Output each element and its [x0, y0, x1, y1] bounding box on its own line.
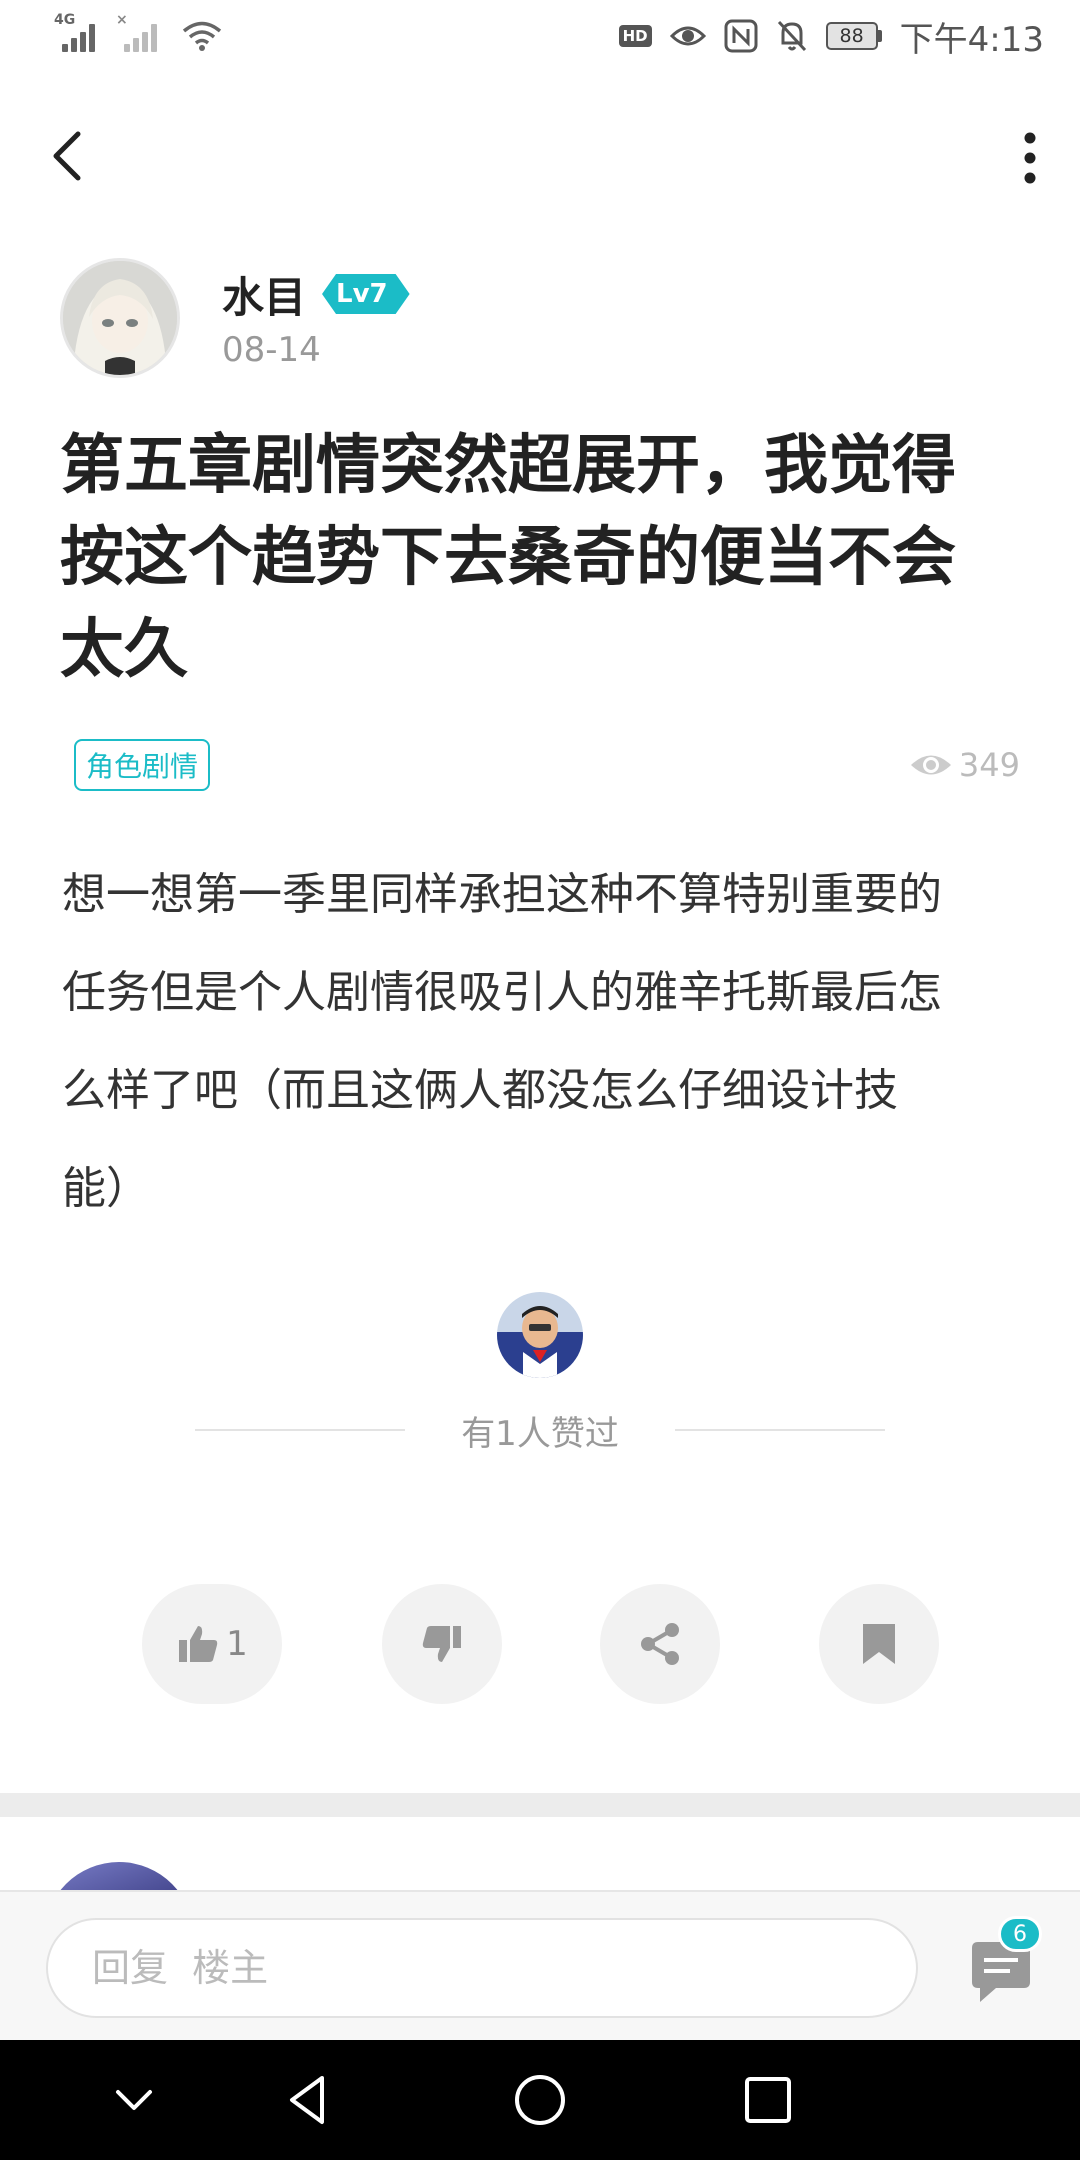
body-line: 任务但是个人剧情很吸引人的雅辛托斯最后怎: [62, 967, 942, 1018]
body-line: 想一想第一季里同样承担这种不算特别重要的: [62, 869, 942, 920]
post-author: 水目 Lv7 08-14: [60, 258, 410, 378]
signal-no-sim-icon: ×: [116, 12, 164, 54]
system-nav-bar: [0, 2040, 1080, 2160]
likes-summary-text[interactable]: 有1人赞过: [405, 1406, 675, 1455]
section-divider: [0, 1793, 1080, 1817]
more-vertical-icon[interactable]: [1016, 130, 1044, 186]
battery-icon: 88: [825, 22, 882, 50]
home-circle-icon[interactable]: [510, 2070, 570, 2130]
title-line: 第五章剧情突然超展开，我觉得: [60, 429, 956, 503]
post-title: 第五章剧情突然超展开，我觉得 按这个趋势下去桑奇的便当不会 太久: [60, 420, 1020, 696]
author-avatar[interactable]: [60, 258, 180, 378]
chevron-down-icon[interactable]: [104, 2070, 164, 2130]
author-name[interactable]: 水目: [222, 264, 306, 325]
view-count-value: 349: [958, 746, 1020, 784]
title-line: 按这个趋势下去桑奇的便当不会: [60, 521, 956, 595]
like-button[interactable]: 1: [142, 1584, 282, 1704]
title-line: 太久: [60, 613, 188, 687]
body-line: 能）: [62, 1163, 150, 1214]
like-count: 1: [226, 1624, 248, 1664]
reply-bar: 6: [0, 1890, 1080, 2040]
thumbs-up-icon: [179, 1626, 218, 1662]
level-badge: Lv7: [322, 274, 410, 314]
topic-tag[interactable]: 角色剧情: [74, 739, 211, 791]
liker-avatar[interactable]: [497, 1292, 583, 1378]
view-count: 349: [909, 746, 1020, 784]
top-bar: [0, 108, 1080, 204]
hd-icon: HD: [618, 25, 652, 47]
share-icon: [641, 1623, 679, 1665]
signal-icon: 4G: [54, 12, 102, 54]
recents-square-icon[interactable]: [738, 2070, 798, 2130]
body-line: 么样了吧（而且这俩人都没怎么仔细设计技: [62, 1065, 898, 1116]
post-body: 想一想第一季里同样承担这种不算特别重要的 任务但是个人剧情很吸引人的雅辛托斯最后…: [62, 846, 1022, 1238]
wifi-icon: [182, 21, 222, 51]
status-bar: 4G × HD 88 下午4:13: [0, 0, 1080, 72]
clock: 下午4:13: [899, 19, 1044, 60]
divider-line: [195, 1429, 406, 1431]
bookmark-icon: [863, 1624, 895, 1664]
network-type-label: 4G: [54, 12, 76, 28]
reply-input[interactable]: [46, 1918, 918, 2018]
bookmark-button[interactable]: [819, 1584, 939, 1704]
nfc-icon: [724, 19, 758, 53]
post-meta: 角色剧情 349: [74, 739, 1020, 791]
back-triangle-icon[interactable]: [278, 2070, 338, 2130]
share-button[interactable]: [600, 1584, 720, 1704]
post-date: 08-14: [222, 330, 321, 370]
dislike-button[interactable]: [382, 1584, 502, 1704]
thumbs-down-icon: [422, 1626, 461, 1662]
post-detail-page: 4G × HD 88 下午4:13 水目 Lv7 08-14 第五章剧情突然超展…: [0, 0, 1080, 2160]
likes-summary: 有1人赞过: [195, 1400, 886, 1460]
bell-off-icon: [777, 20, 806, 52]
chevron-left-icon[interactable]: [40, 126, 100, 186]
battery-level: 88: [825, 22, 878, 50]
comment-count-badge: 6: [998, 1916, 1042, 1952]
eye-icon: [669, 26, 706, 46]
eye-icon: [910, 755, 951, 775]
divider-line: [674, 1429, 886, 1431]
post-actions: 1: [0, 1584, 1080, 1704]
